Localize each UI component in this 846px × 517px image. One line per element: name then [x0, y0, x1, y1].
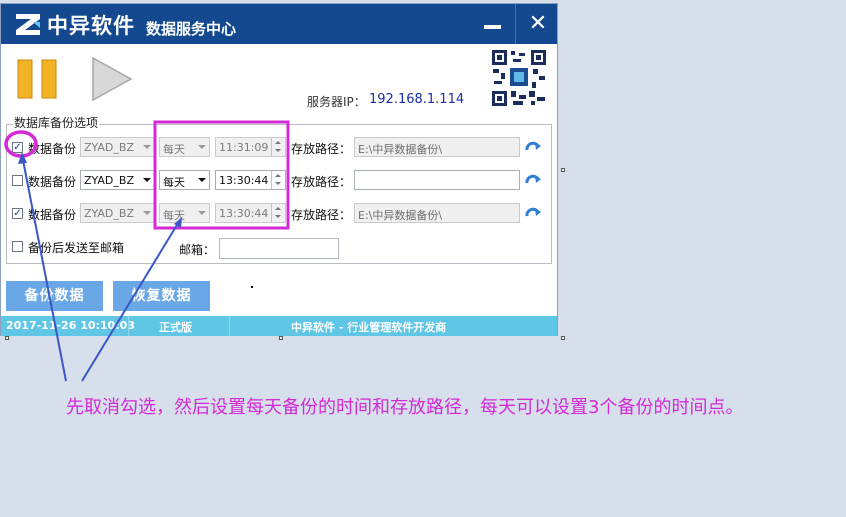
status-divider: [128, 316, 129, 336]
backup-row-2: 数据备份 ZYAD_BZ 每天 13:30:44 存放路径：: [1, 170, 557, 194]
database-value: ZYAD_BZ: [84, 174, 134, 187]
play-icon[interactable]: [91, 56, 133, 102]
email-option-label: 备份后发送至邮箱: [28, 241, 125, 255]
zhongyi-logo-icon: [16, 14, 40, 35]
time-value: 13:30:44: [219, 174, 269, 187]
email-input[interactable]: [219, 238, 339, 259]
backup-row-2-path-input[interactable]: [354, 170, 520, 190]
backup-row-1-path-input[interactable]: E:\中异数据备份\: [354, 137, 520, 157]
status-datetime: 2017-11-26 10:10:03: [6, 319, 135, 332]
backup-row-2-path-label: 存放路径：: [291, 175, 352, 189]
restore-data-button[interactable]: 恢复数据: [113, 281, 210, 311]
time-value: 13:30:44: [219, 207, 269, 220]
close-button[interactable]: ✕: [515, 4, 560, 44]
app-subtitle: 数据服务中心: [146, 20, 237, 38]
server-ip-label: 服务器IP：: [307, 95, 366, 109]
time-value: 11:31:09: [219, 141, 269, 154]
frequency-value: 每天: [163, 209, 185, 222]
brand-name: 中异软件: [47, 14, 135, 38]
app-window: 中异软件 数据服务中心 ✕ 服务器IP： 192.168.1.114 数据库备份…: [0, 3, 558, 336]
resize-handle[interactable]: [561, 168, 565, 172]
backup-row-3-time-picker[interactable]: 13:30:44: [215, 203, 286, 223]
backup-row-1-frequency-select[interactable]: 每天: [159, 137, 210, 157]
backup-row-3-path-label: 存放路径：: [291, 208, 352, 222]
group-title: 数据库备份选项: [13, 114, 100, 131]
email-label: 邮箱：: [179, 243, 216, 257]
backup-data-button[interactable]: 备份数据: [6, 281, 103, 311]
minimize-button[interactable]: [471, 4, 515, 44]
resize-handle[interactable]: [561, 336, 565, 340]
backup-row-1-path-label: 存放路径：: [291, 142, 352, 156]
backup-row-1-database-select[interactable]: ZYAD_BZ: [80, 137, 155, 157]
backup-row-3-frequency-select[interactable]: 每天: [159, 203, 210, 223]
backup-row-2-label: 数据备份: [28, 175, 77, 189]
resize-handle[interactable]: [5, 336, 9, 340]
backup-row-3-database-select[interactable]: ZYAD_BZ: [80, 203, 155, 223]
dropdown-arrow-icon: [143, 178, 151, 182]
database-value: ZYAD_BZ: [84, 207, 134, 220]
backup-row-3-path-input[interactable]: E:\中异数据备份\: [354, 203, 520, 223]
backup-row-1-time-picker[interactable]: 11:31:09: [215, 137, 286, 157]
dropdown-arrow-icon: [198, 211, 206, 215]
backup-row-3-browse-icon[interactable]: [525, 206, 542, 220]
stray-dot: [251, 286, 253, 288]
pause-icon[interactable]: [17, 59, 59, 99]
status-divider: [229, 316, 230, 336]
annotation-text: 先取消勾选，然后设置每天备份的时间和存放路径，每天可以设置3个备份的时间点。: [66, 397, 744, 418]
title-bar[interactable]: 中异软件 数据服务中心 ✕: [1, 4, 557, 44]
dropdown-arrow-icon: [143, 145, 151, 149]
backup-row-1-label: 数据备份: [28, 142, 77, 156]
frequency-value: 每天: [163, 143, 185, 156]
backup-row-3-checkbox[interactable]: ✓: [12, 208, 23, 219]
backup-row-1-checkbox[interactable]: ✓: [12, 142, 23, 153]
status-bar: 2017-11-26 10:10:03 正式版 中异软件 - 行业管理软件开发商: [1, 316, 557, 336]
dropdown-arrow-icon: [198, 145, 206, 149]
backup-row-2-frequency-select[interactable]: 每天: [159, 170, 210, 190]
time-spinner-icon[interactable]: [271, 138, 285, 156]
qr-code-icon: [491, 49, 547, 107]
email-option-checkbox[interactable]: [12, 241, 23, 252]
backup-row-1-browse-icon[interactable]: [525, 140, 542, 154]
status-company: 中异软件 - 行业管理软件开发商: [291, 321, 447, 334]
time-spinner-icon[interactable]: [271, 171, 285, 189]
dropdown-arrow-icon: [143, 211, 151, 215]
minimize-icon: [484, 25, 501, 29]
server-ip-value: 192.168.1.114: [369, 92, 465, 107]
resize-handle[interactable]: [279, 336, 283, 340]
backup-row-1: ✓ 数据备份 ZYAD_BZ 每天 11:31:09 存放路径： E:\中异数据…: [1, 137, 557, 161]
backup-row-2-time-picker[interactable]: 13:30:44: [215, 170, 286, 190]
time-spinner-icon[interactable]: [271, 204, 285, 222]
frequency-value: 每天: [163, 176, 185, 189]
backup-row-3-label: 数据备份: [28, 208, 77, 222]
backup-row-3: ✓ 数据备份 ZYAD_BZ 每天 13:30:44 存放路径： E:\中异数据…: [1, 203, 557, 227]
database-value: ZYAD_BZ: [84, 141, 134, 154]
backup-row-2-database-select[interactable]: ZYAD_BZ: [80, 170, 155, 190]
backup-row-2-checkbox[interactable]: [12, 175, 23, 186]
status-edition: 正式版: [159, 321, 192, 334]
dropdown-arrow-icon: [198, 178, 206, 182]
backup-row-2-browse-icon[interactable]: [525, 173, 542, 187]
